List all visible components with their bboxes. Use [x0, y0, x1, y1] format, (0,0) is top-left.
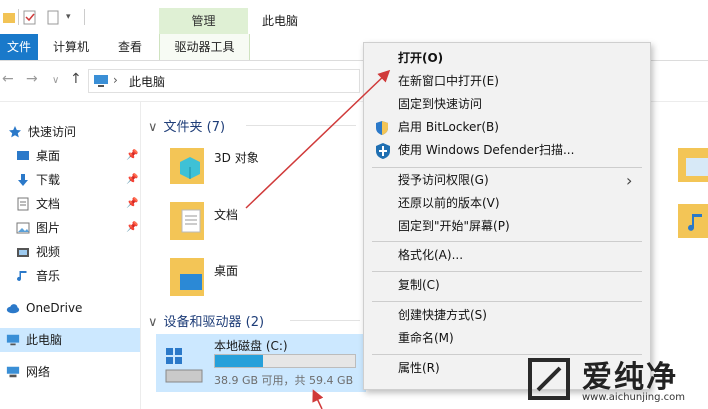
watermark: 爱纯净 www.aichunjing.com: [520, 350, 708, 409]
brand-url: www.aichunjing.com: [582, 392, 685, 403]
arrow-to-drive: [312, 389, 324, 409]
annotation-arrows: [245, 69, 391, 409]
brand-name: 爱纯净: [582, 360, 678, 395]
brand-logo-icon: [528, 358, 570, 400]
arrow-to-open: [245, 69, 391, 209]
